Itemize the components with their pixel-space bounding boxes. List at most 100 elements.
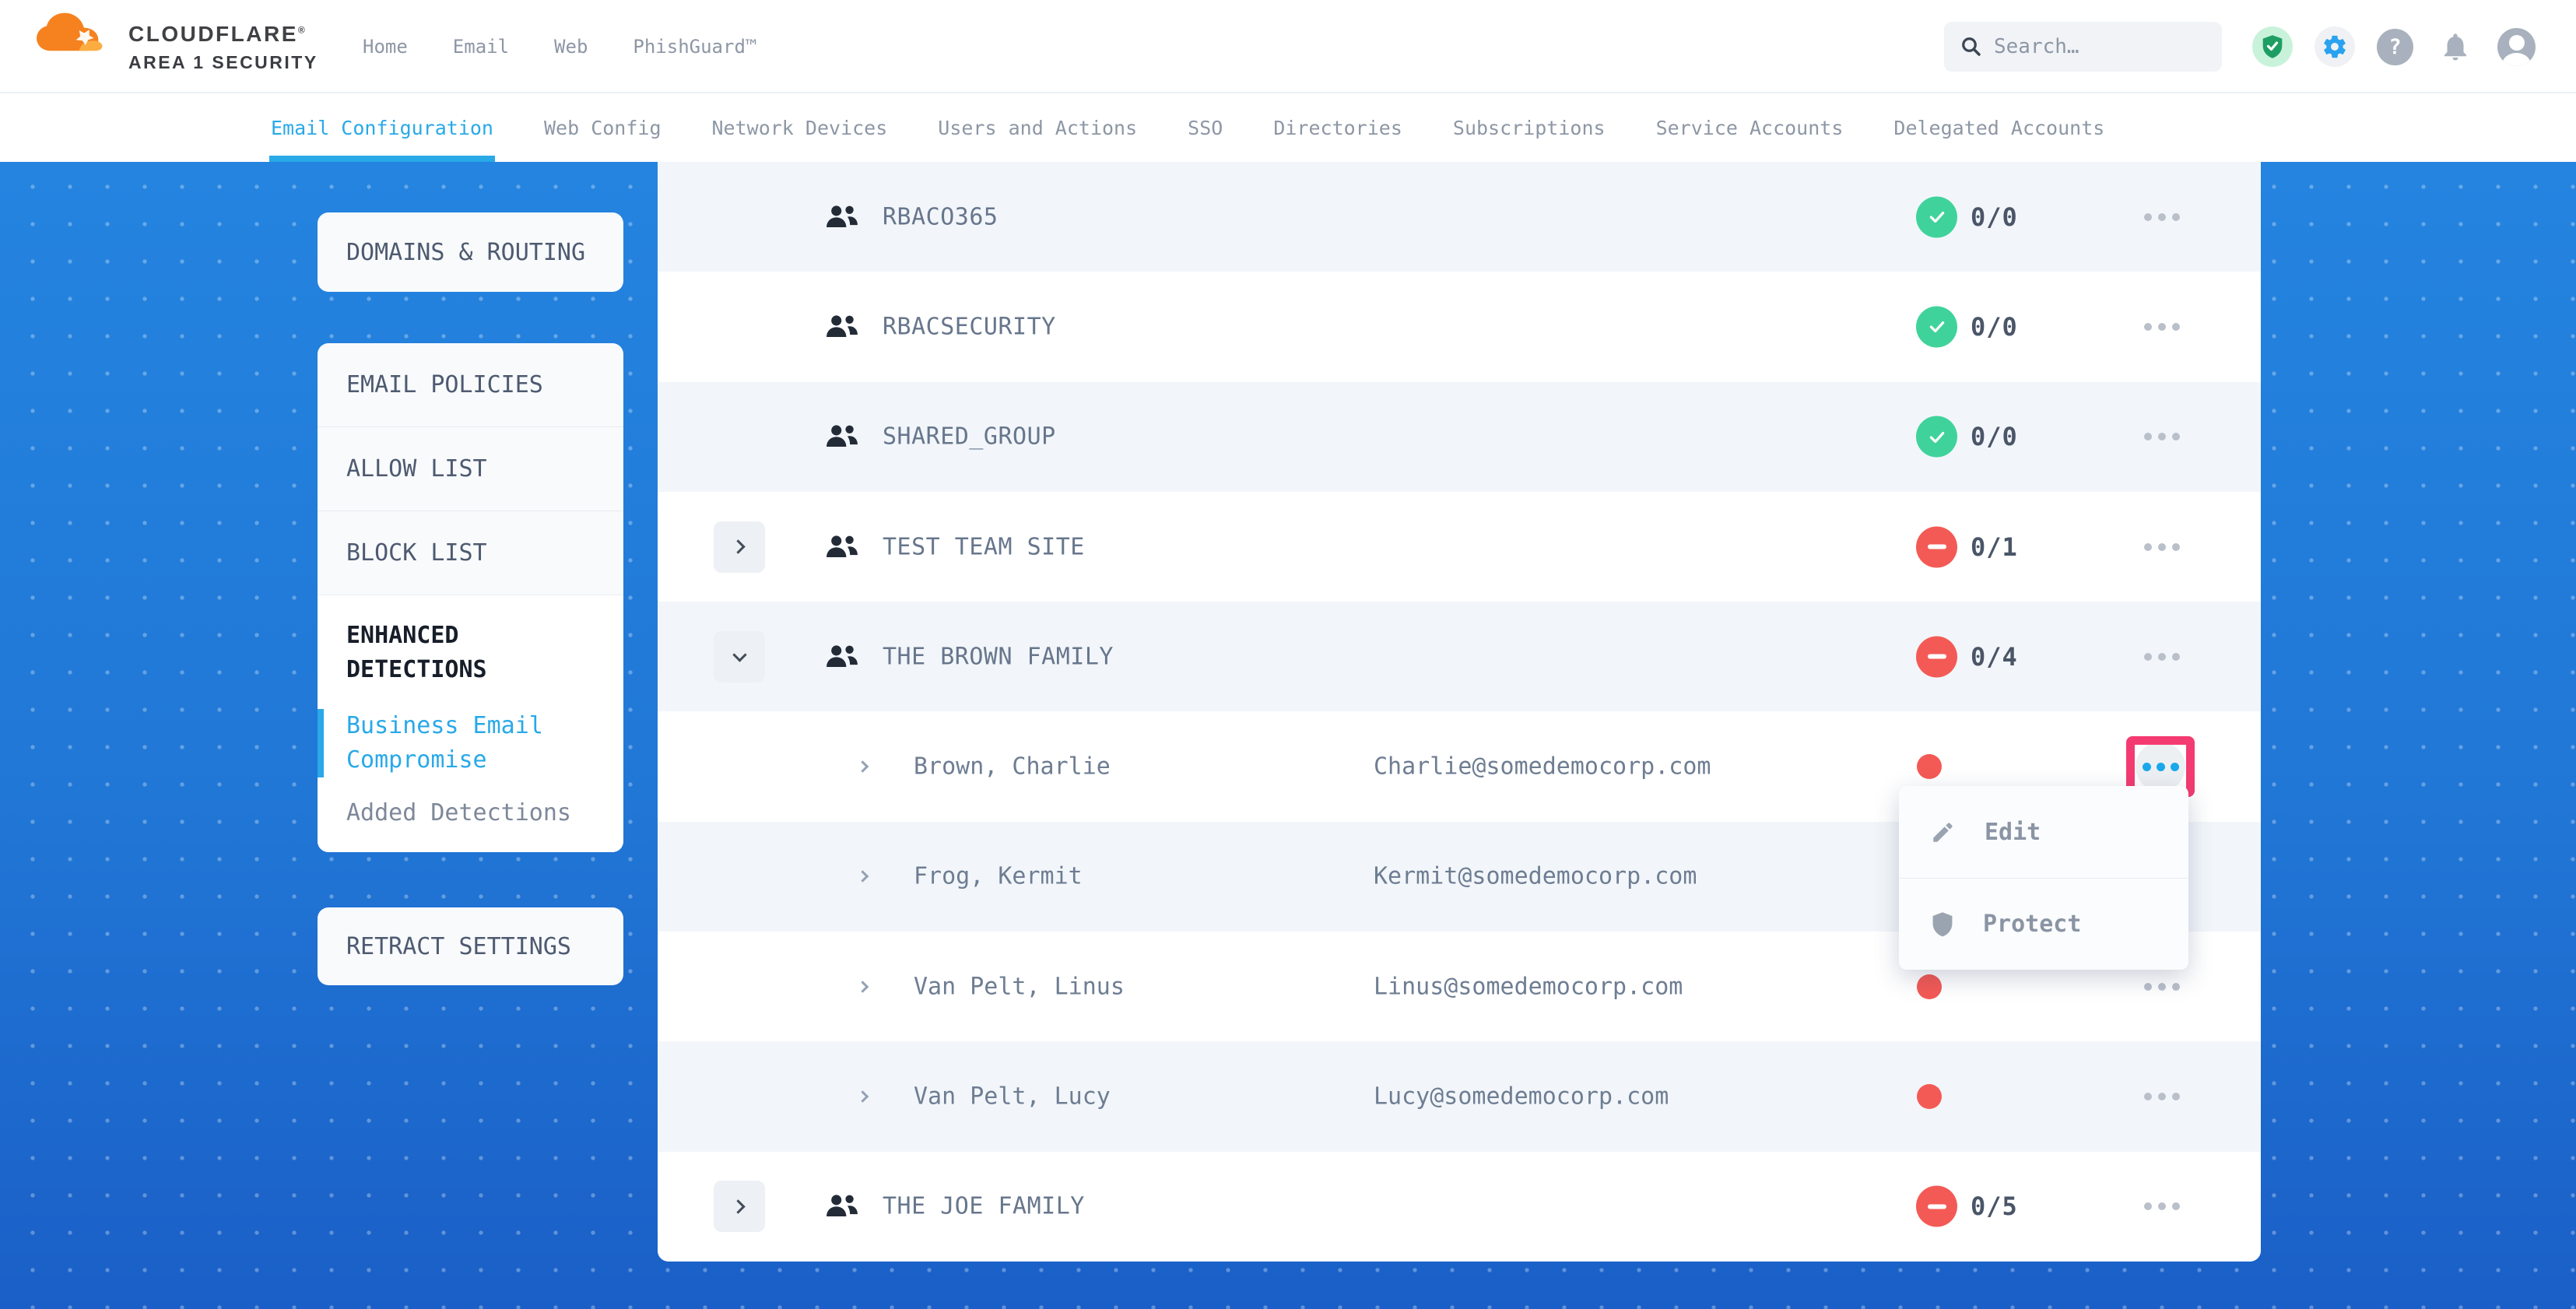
pencil-icon [1930,819,1957,845]
row-actions-button[interactable] [2144,983,2180,991]
tab-subscriptions[interactable]: Subscriptions [1453,93,1606,162]
group-icon [824,423,860,451]
group-name: RBACSECURITY [883,313,1056,340]
search-box[interactable] [1944,22,2222,72]
nav-web[interactable]: Web [554,36,588,58]
group-name: THE JOE FAMILY [883,1193,1085,1220]
menu-item-label: Protect [1983,911,2081,938]
search-input[interactable] [1994,35,2188,58]
sidebar-label: DOMAINS & ROUTING [346,239,585,266]
status-blocked-badge [1916,526,1957,567]
search-icon [1960,35,1983,58]
gear-icon[interactable] [2315,26,2355,67]
protection-count: 0/0 [1971,422,2018,451]
nav-phishguard[interactable]: PhishGuard™ [633,36,756,58]
chevron-right-icon[interactable] [857,760,869,773]
cloudflare-logo[interactable]: CLOUDFLARE® AREA 1 SECURITY [33,6,318,73]
tab-directories[interactable]: Directories [1273,93,1402,162]
row-actions-button[interactable] [2144,543,2180,551]
sidebar-label: RETRACT SETTINGS [346,933,571,960]
table-row-group: TEST TEAM SITE 0/1 [658,492,2261,602]
user-avatar-icon[interactable] [2497,28,2536,66]
sidebar-item-business-email-compromise[interactable]: Business Email Compromise [346,709,600,777]
sidebar-item-added-detections[interactable]: Added Detections [346,796,600,830]
row-actions-button[interactable] [2144,1202,2180,1210]
row-actions-button[interactable] [2144,1093,2180,1100]
table-row-member: Van Pelt, Lucy Lucy@somedemocorp.com [658,1041,2261,1151]
bell-icon[interactable] [2435,26,2476,67]
group-name: TEST TEAM SITE [883,533,1085,560]
row-actions-button[interactable] [2144,213,2180,221]
status-blocked-dot [1917,1084,1942,1109]
table-row-group: RBACO365 0/0 [658,162,2261,272]
member-name: Brown, Charlie [914,753,1111,781]
table-row-group: THE JOE FAMILY 0/5 [658,1152,2261,1262]
row-actions-button-active[interactable] [2136,742,2185,791]
status-ok-badge [1916,196,1957,237]
protection-count: 0/0 [1971,202,2018,232]
tab-network-devices[interactable]: Network Devices [712,93,888,162]
nav-email[interactable]: Email [453,36,509,58]
minus-icon [1928,545,1946,549]
protection-count: 0/5 [1971,1191,2018,1221]
chevron-right-icon[interactable] [857,871,869,883]
help-icon[interactable]: ? [2377,29,2413,65]
primary-nav: Home Email Web PhishGuard™ [363,0,756,93]
sidebar-label: EMAIL POLICIES [346,371,543,398]
row-actions-button[interactable] [2144,433,2180,440]
expand-button[interactable] [714,521,765,573]
menu-item-edit[interactable]: Edit [1899,786,2188,878]
tab-sso[interactable]: SSO [1188,93,1223,162]
group-icon [824,1192,860,1220]
subnav-tabs: Email Configuration Web Config Network D… [0,93,2576,162]
group-icon [824,203,860,231]
menu-item-protect[interactable]: Protect [1899,878,2188,970]
minus-icon [1928,1204,1946,1209]
sidebar-item-allow-list[interactable]: ALLOW LIST [318,427,623,511]
tab-service-accounts[interactable]: Service Accounts [1656,93,1844,162]
sidebar-item-retract-settings[interactable]: RETRACT SETTINGS [318,907,623,985]
sidebar-label: BLOCK LIST [346,539,487,567]
expand-button[interactable] [714,1181,765,1232]
chevron-right-icon[interactable] [857,1090,869,1103]
chevron-down-icon [732,647,746,662]
status-ok-badge [1916,306,1957,347]
member-email: Charlie@somedemocorp.com [1374,753,1711,781]
protection-count: 0/4 [1971,642,2018,672]
row-actions-button[interactable] [2144,653,2180,661]
registered-mark: ® [298,25,307,36]
group-name: SHARED_GROUP [883,423,1056,451]
group-icon [824,643,860,671]
member-email: Kermit@somedemocorp.com [1374,863,1697,890]
table-row-group: RBACSECURITY 0/0 [658,272,2261,381]
shield-icon [1930,911,1955,938]
group-name: THE BROWN FAMILY [883,643,1114,670]
row-actions-button[interactable] [2144,323,2180,331]
status-blocked-badge [1916,636,1957,677]
group-icon [824,533,860,561]
sidebar-item-block-list[interactable]: BLOCK LIST [318,511,623,595]
protection-count: 0/0 [1971,312,2018,342]
member-email: Lucy@somedemocorp.com [1374,1083,1669,1111]
shield-check-icon[interactable] [2252,26,2293,67]
sidebar-section-enhanced-detections: ENHANCED DETECTIONS Business Email Compr… [318,595,623,852]
tab-email-configuration[interactable]: Email Configuration [271,93,493,162]
member-email: Linus@somedemocorp.com [1374,973,1683,1000]
table-row-group: SHARED_GROUP 0/0 [658,382,2261,492]
sidebar-item-email-policies[interactable]: EMAIL POLICIES [318,343,623,427]
top-bar: CLOUDFLARE® AREA 1 SECURITY Home Email W… [0,0,2576,93]
status-blocked-dot [1917,974,1942,999]
tab-delegated-accounts[interactable]: Delegated Accounts [1893,93,2104,162]
minus-icon [1928,654,1946,659]
tab-web-config[interactable]: Web Config [544,93,662,162]
row-context-menu: Edit Protect [1899,786,2188,970]
secondary-nav: Email Configuration Web Config Network D… [0,93,2576,162]
nav-home[interactable]: Home [363,36,408,58]
chevron-right-icon [731,1199,745,1213]
sidebar-label: ALLOW LIST [346,455,487,483]
sidebar-item-enhanced-detections[interactable]: ENHANCED DETECTIONS [346,619,588,687]
chevron-right-icon[interactable] [857,981,869,993]
tab-users-and-actions[interactable]: Users and Actions [938,93,1137,162]
collapse-button[interactable] [714,631,765,683]
sidebar-item-domains-routing[interactable]: DOMAINS & ROUTING [318,212,623,292]
